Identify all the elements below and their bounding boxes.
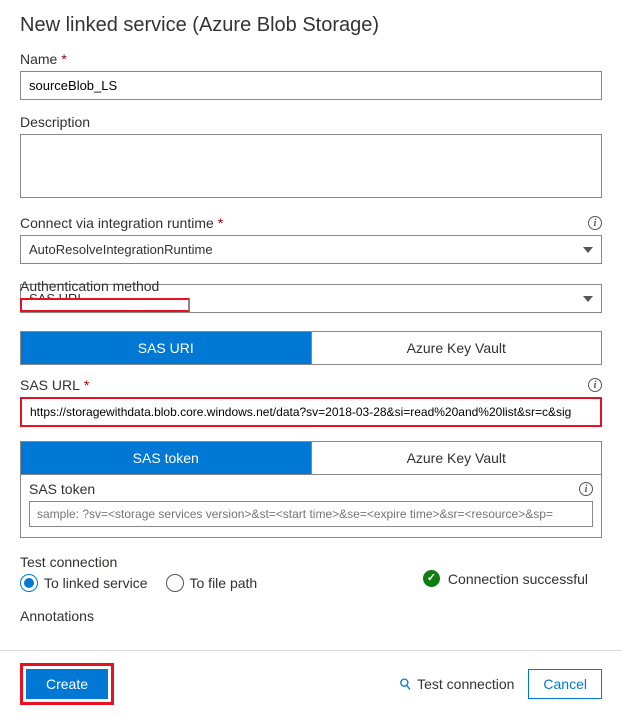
cancel-button[interactable]: Cancel <box>528 669 602 699</box>
runtime-select[interactable]: AutoResolveIntegrationRuntime <box>20 235 602 264</box>
tab-sas-token[interactable]: SAS token <box>21 442 311 474</box>
connection-success-message: ✓ Connection successful <box>423 570 588 587</box>
required-star-icon: * <box>84 377 89 393</box>
annotations-label: Annotations <box>20 608 94 624</box>
info-icon[interactable]: i <box>588 216 602 230</box>
name-input[interactable] <box>20 71 602 100</box>
runtime-label: Connect via integration runtime <box>20 215 214 231</box>
tab-key-vault-2[interactable]: Azure Key Vault <box>311 442 602 474</box>
required-star-icon: * <box>61 51 66 67</box>
sasurl-input[interactable] <box>20 397 602 427</box>
token-input[interactable] <box>29 501 593 527</box>
create-button[interactable]: Create <box>26 669 108 699</box>
tab-key-vault-1[interactable]: Azure Key Vault <box>311 332 602 364</box>
page-title: New linked service (Azure Blob Storage) <box>20 14 602 37</box>
runtime-value: AutoResolveIntegrationRuntime <box>29 242 213 257</box>
auth-select[interactable] <box>20 298 190 312</box>
success-text: Connection successful <box>448 571 588 587</box>
name-label: Name <box>20 51 57 67</box>
chevron-down-icon <box>583 296 593 302</box>
testconn-label: Test connection <box>20 554 117 570</box>
required-star-icon: * <box>218 215 223 231</box>
test-connection-link[interactable]: ⚲ Test connection <box>400 675 514 693</box>
plug-icon: ⚲ <box>396 674 416 695</box>
info-icon[interactable]: i <box>579 482 593 496</box>
radio-linked-service[interactable]: To linked service <box>20 574 148 592</box>
description-input[interactable] <box>20 134 602 198</box>
description-label: Description <box>20 114 90 130</box>
chevron-down-icon <box>583 247 593 253</box>
info-icon[interactable]: i <box>588 378 602 392</box>
sasurl-label: SAS URL <box>20 377 80 393</box>
tab-sas-uri[interactable]: SAS URI <box>21 332 311 364</box>
test-connection-label: Test connection <box>417 676 514 692</box>
token-tabs: SAS token Azure Key Vault <box>20 441 602 475</box>
token-label: SAS token <box>29 481 95 497</box>
radio-filepath-label: To file path <box>190 575 258 591</box>
check-icon: ✓ <box>423 570 440 587</box>
radio-linked-label: To linked service <box>44 575 148 591</box>
radio-selected-icon <box>20 574 38 592</box>
sas-tabs: SAS URI Azure Key Vault <box>20 331 602 365</box>
radio-file-path[interactable]: To file path <box>166 574 258 592</box>
radio-unselected-icon <box>166 574 184 592</box>
